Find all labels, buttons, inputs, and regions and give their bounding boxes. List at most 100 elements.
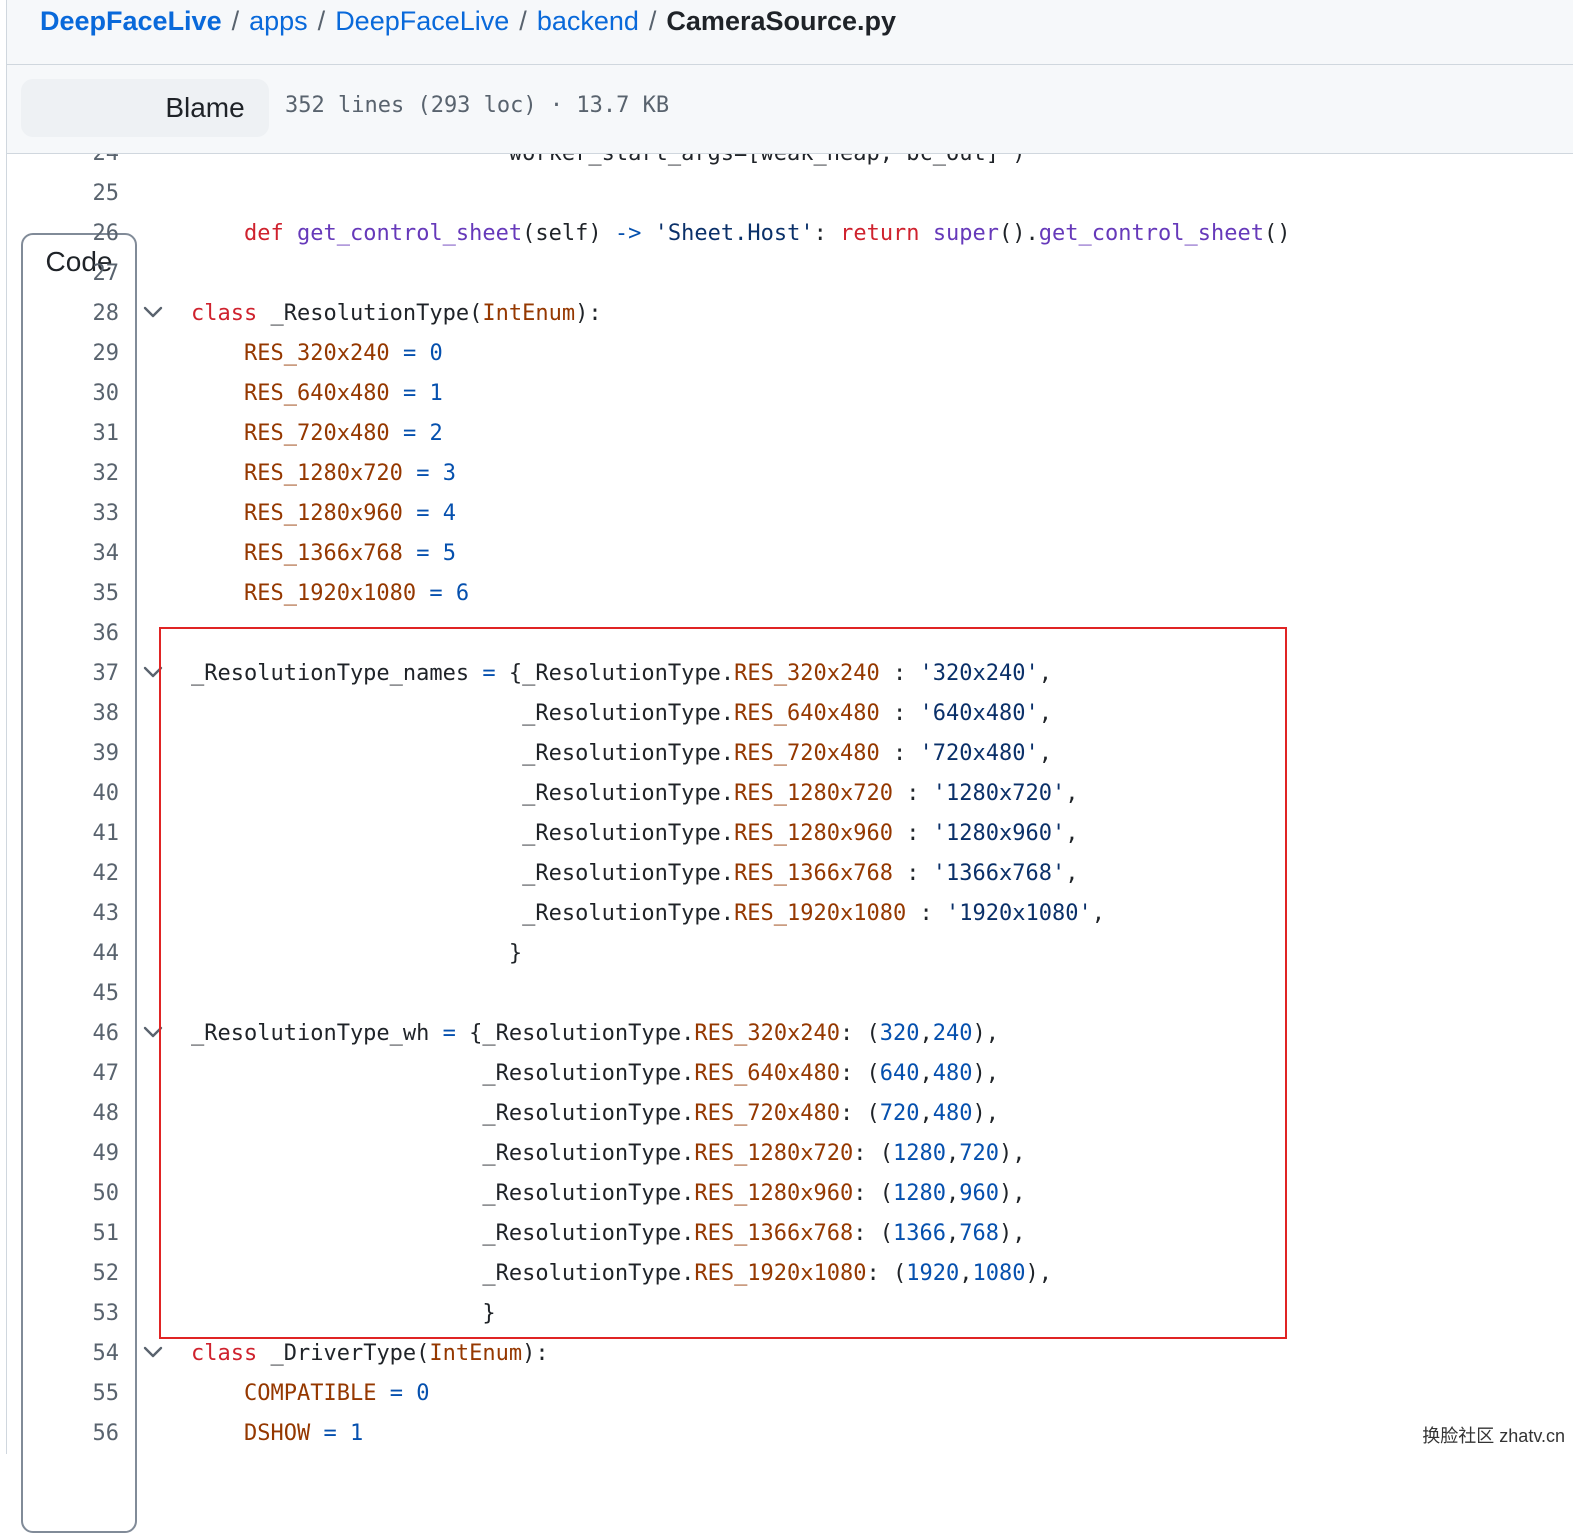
code-token: '720x480' <box>919 741 1039 766</box>
line-number[interactable]: 44 <box>47 934 120 974</box>
code-text: _ResolutionType.RES_1280x960: (1280,960)… <box>191 1174 1025 1214</box>
code-token: RES_720x480 <box>734 741 880 766</box>
line-number[interactable]: 36 <box>47 614 120 654</box>
breadcrumb: DeepFaceLive / apps / DeepFaceLive / backend / C… <box>40 4 896 38</box>
line-number[interactable]: 38 <box>47 694 120 734</box>
code-token: RES_320x240 <box>243 341 390 366</box>
breadcrumb-apps-link[interactable]: apps <box>249 6 308 36</box>
code-token: '1366x768' <box>932 861 1066 886</box>
line-number[interactable]: 33 <box>47 494 120 534</box>
chevron-down-icon[interactable] <box>141 1340 165 1364</box>
line-number[interactable]: 43 <box>47 894 120 934</box>
code-text: _ResolutionType_names = {_ResolutionType… <box>191 654 1052 694</box>
line-number[interactable]: 51 <box>47 1214 120 1254</box>
blame-tab-button[interactable]: Blame <box>141 79 269 137</box>
line-number[interactable]: 24 <box>47 154 120 174</box>
line-number[interactable]: 41 <box>47 814 120 854</box>
line-number[interactable]: 48 <box>47 1094 120 1134</box>
code-token: 2 <box>429 421 443 446</box>
line-number[interactable]: 27 <box>47 254 120 294</box>
breadcrumb-backend-link[interactable]: backend <box>537 6 639 36</box>
code-line: 44 } <box>7 934 1573 974</box>
breadcrumb-current-file: CameraSource.py <box>666 6 897 36</box>
code-line: 46 _ResolutionType_wh = {_ResolutionType.… <box>7 1014 1573 1054</box>
breadcrumb-repo-link[interactable]: DeepFaceLive <box>40 6 222 36</box>
code-line: 25 <box>7 174 1573 214</box>
code-token: ), <box>999 1141 1026 1166</box>
line-number[interactable]: 56 <box>47 1414 120 1454</box>
line-number[interactable]: 49 <box>47 1134 120 1174</box>
line-number[interactable]: 37 <box>47 654 120 694</box>
chevron-down-icon[interactable] <box>141 300 165 324</box>
code-token: = <box>402 381 417 406</box>
code-token: _ResolutionType( <box>257 301 483 326</box>
line-number[interactable]: 40 <box>47 774 120 814</box>
code-token: : ( <box>853 1141 894 1166</box>
line-number[interactable]: 35 <box>47 574 120 614</box>
code-token: _ResolutionType. <box>191 821 735 846</box>
code-token: , <box>919 1101 933 1126</box>
line-number[interactable]: 46 <box>47 1014 120 1054</box>
chevron-down-icon[interactable] <box>141 660 165 684</box>
code-token: : <box>879 661 920 686</box>
line-number[interactable]: 47 <box>47 1054 120 1094</box>
line-number[interactable]: 52 <box>47 1254 120 1294</box>
code-token: : <box>879 701 920 726</box>
code-token: RES_320x240 <box>694 1021 841 1046</box>
code-text: _ResolutionType.RES_1366x768: (1366,768)… <box>191 1214 1026 1254</box>
code-token: _ResolutionType. <box>191 741 735 766</box>
line-number[interactable]: 54 <box>47 1334 120 1374</box>
code-token: , <box>946 1221 960 1246</box>
code-token: = <box>416 541 430 566</box>
code-token: _ResolutionType_names <box>191 661 483 686</box>
line-number[interactable]: 39 <box>47 734 120 774</box>
code-token: RES_1280x720 <box>694 1141 854 1166</box>
line-number[interactable]: 55 <box>47 1374 120 1414</box>
chevron-down-icon[interactable] <box>141 1020 165 1044</box>
code-text: _ResolutionType.RES_640x480: (640,480), <box>191 1054 999 1094</box>
line-number[interactable]: 25 <box>47 174 120 214</box>
code-token: 960 <box>959 1181 1000 1206</box>
code-token: 6 <box>455 581 470 606</box>
code-token: return <box>840 221 920 246</box>
code-token: (). <box>999 221 1039 246</box>
code-token: RES_1280x960 <box>243 501 403 526</box>
code-text: _ResolutionType.RES_1280x720: (1280,720)… <box>191 1134 1026 1174</box>
code-token: ), <box>999 1221 1026 1246</box>
line-number[interactable]: 30 <box>47 374 120 414</box>
code-token: DSHOW <box>243 1421 311 1446</box>
line-number[interactable]: 29 <box>47 334 120 374</box>
code-token: 1080 <box>972 1261 1026 1286</box>
code-line: 26 def get_control_sheet(self) -> 'Sheet… <box>7 214 1573 254</box>
line-number[interactable]: 26 <box>47 214 120 254</box>
breadcrumb-deepfacelive-link[interactable]: DeepFaceLive <box>335 6 509 36</box>
line-number[interactable]: 42 <box>47 854 120 894</box>
line-number[interactable]: 32 <box>47 454 120 494</box>
line-number[interactable]: 28 <box>47 294 120 334</box>
line-number[interactable]: 53 <box>47 1294 120 1334</box>
line-number[interactable]: 31 <box>47 414 120 454</box>
code-token: get_control_sheet <box>1038 221 1264 246</box>
code-token: ): <box>575 301 602 326</box>
line-number[interactable]: 50 <box>47 1174 120 1214</box>
code-text: _ResolutionType.RES_1920x1080: (1920,108… <box>191 1254 1052 1294</box>
code-token: : <box>879 741 920 766</box>
line-number[interactable]: 45 <box>47 974 120 1014</box>
code-token: class <box>191 1341 258 1366</box>
code-token: def <box>243 221 284 246</box>
line-number[interactable]: 34 <box>47 534 120 574</box>
code-line: 40 _ResolutionType.RES_1280x720 : '1280x… <box>7 774 1573 814</box>
code-line: 29 RES_320x240 = 0 <box>7 334 1573 374</box>
code-token: = <box>389 1381 403 1406</box>
code-token: ), <box>972 1061 1000 1086</box>
